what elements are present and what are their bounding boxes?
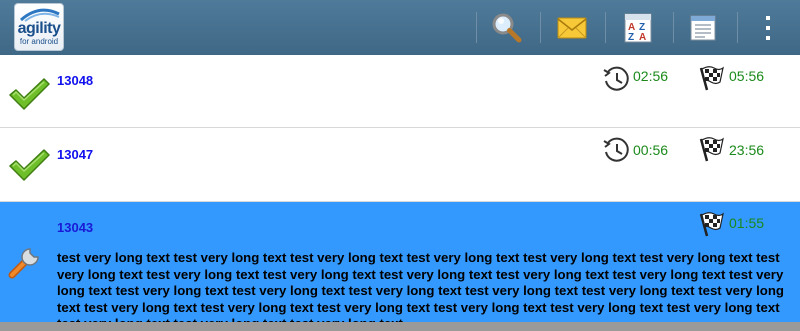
finish-time: 23:56	[729, 142, 765, 158]
item-id: 13048	[57, 73, 94, 88]
item-id: 13047	[57, 147, 94, 162]
action-bar: agility for android A Z Z A	[0, 0, 800, 55]
envelope-icon	[557, 17, 587, 39]
item-id: 13043	[57, 220, 94, 235]
svg-text:A: A	[639, 32, 646, 43]
svg-text:Z: Z	[628, 32, 634, 43]
list-button[interactable]	[683, 8, 723, 48]
finish-time: 05:56	[729, 68, 765, 84]
checkmark-icon	[9, 149, 50, 181]
action-separator	[673, 12, 674, 43]
overflow-menu-icon	[766, 16, 770, 40]
action-separator	[605, 12, 606, 43]
checkmark-icon	[9, 78, 50, 110]
action-separator	[476, 12, 477, 43]
checkered-flag-icon	[699, 212, 724, 237]
list-item[interactable]: 13047 00:56 23:56	[0, 129, 800, 202]
action-separator	[737, 12, 738, 43]
finish-time: 01:55	[729, 215, 765, 231]
magnifier-icon	[492, 13, 522, 43]
wrench-icon	[8, 248, 39, 279]
search-button[interactable]	[487, 8, 527, 48]
sort-az-icon: A Z Z A	[624, 13, 652, 43]
list-item[interactable]: 13048 02:56 05:56	[0, 55, 800, 128]
action-separator	[540, 12, 541, 43]
logo-text: agility	[17, 20, 61, 37]
elapsed-clock-icon	[603, 66, 629, 91]
overflow-menu-button[interactable]	[748, 8, 788, 48]
elapsed-time: 02:56	[633, 68, 669, 84]
sort-button[interactable]: A Z Z A	[618, 8, 658, 48]
checkered-flag-icon	[699, 66, 724, 91]
elapsed-clock-icon	[603, 137, 629, 162]
messages-button[interactable]	[552, 8, 592, 48]
list-item-selected[interactable]: 13043 01:55 test very long text test ver…	[0, 202, 800, 331]
item-description: test very long text test very long text …	[57, 250, 784, 331]
elapsed-time: 00:56	[633, 142, 669, 158]
list-icon	[690, 15, 716, 41]
checkered-flag-icon	[699, 137, 724, 162]
list-bottom-edge	[0, 322, 800, 331]
app-logo[interactable]: agility for android	[14, 3, 64, 51]
logo-subtext: for android	[19, 37, 59, 46]
